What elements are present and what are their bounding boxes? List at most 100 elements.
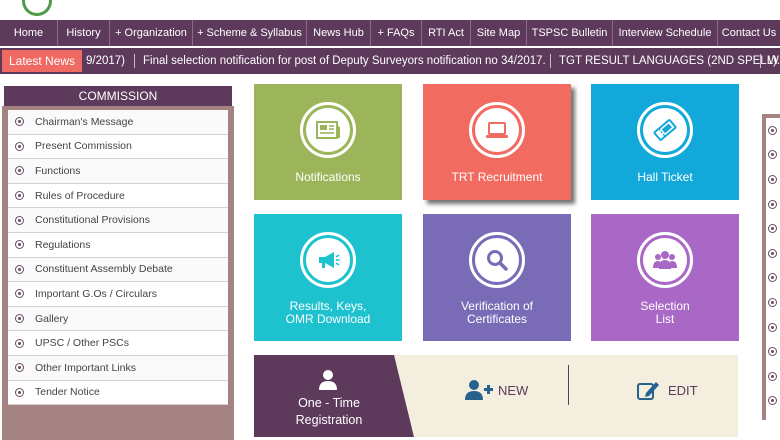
bullet-icon	[15, 240, 24, 250]
laptop-icon	[475, 108, 519, 152]
sidebar-item-gallery[interactable]: Gallery	[8, 306, 228, 332]
bullet-icon	[768, 297, 777, 307]
bullet-icon	[15, 363, 24, 373]
right-sidebar-item[interactable]	[766, 389, 780, 414]
user-icon	[319, 370, 337, 390]
latest-news-label: Latest News	[2, 50, 82, 72]
right-sidebar-item[interactable]	[766, 167, 780, 192]
tile-results-keys-omr[interactable]: Results, Keys, OMR Download	[254, 214, 402, 341]
right-sidebar-item[interactable]	[766, 315, 780, 340]
edit-registration-button[interactable]: EDIT	[636, 375, 698, 405]
nav-faqs[interactable]: + FAQs	[371, 20, 422, 46]
tile-verification-of-certificates[interactable]: Verification of Certificates	[423, 214, 571, 341]
ticker-item[interactable]: TGT RESULT LANGUAGES (2ND SPELL).	[559, 48, 780, 74]
nav-organization[interactable]: + Organization	[110, 20, 193, 46]
right-sidebar-item[interactable]	[766, 118, 780, 143]
nav-scheme-syllabus[interactable]: + Scheme & Syllabus	[193, 20, 307, 46]
registration-title-line: Registration	[295, 413, 363, 427]
sidebar-item-regulations[interactable]: Regulations	[8, 233, 228, 258]
nav-contact-us[interactable]: Contact Us	[718, 20, 780, 46]
tile-label: Notifications	[295, 170, 361, 184]
right-sidebar-item[interactable]	[766, 266, 780, 291]
bullet-icon	[768, 150, 777, 160]
sidebar-item-label: Gallery	[35, 312, 69, 325]
sidebar-item-label: Constituent Assembly Debate	[35, 263, 173, 276]
right-sidebar-item[interactable]	[766, 290, 780, 315]
users-icon	[643, 238, 687, 282]
sidebar-item-functions[interactable]: Functions	[8, 159, 228, 184]
sidebar-item-present-commission[interactable]: Present Commission	[8, 135, 228, 160]
new-registration-button[interactable]: NEW	[464, 375, 528, 405]
sidebar-item-label: Other Important Links	[35, 361, 136, 374]
nav-news-hub[interactable]: News Hub	[307, 20, 371, 46]
right-sidebar-list	[766, 118, 780, 420]
tile-icon-ring	[637, 102, 693, 158]
page: Home History + Organization + Scheme & S…	[0, 0, 780, 440]
bullet-icon	[768, 371, 777, 381]
right-sidebar-item[interactable]	[766, 364, 780, 389]
sidebar-item-upsc-other-pscs[interactable]: UPSC / Other PSCs	[8, 331, 228, 356]
nav-site-map[interactable]: Site Map	[471, 20, 527, 46]
sidebar-item-rules-of-procedure[interactable]: Rules of Procedure	[8, 184, 228, 209]
tile-icon-ring	[300, 102, 356, 158]
right-sidebar-item[interactable]	[766, 216, 780, 241]
nav-tspsc-bulletin[interactable]: TSPSC Bulletin	[527, 20, 613, 46]
bullet-icon	[768, 347, 777, 357]
bullet-icon	[15, 387, 24, 397]
bullet-icon	[15, 191, 24, 201]
nav-home[interactable]: Home	[0, 20, 58, 46]
sidebar-title: COMMISSION	[2, 84, 234, 106]
registration-divider	[568, 365, 569, 405]
nav-interview-schedule[interactable]: Interview Schedule	[613, 20, 718, 46]
bullet-icon	[768, 322, 777, 332]
bullet-icon	[768, 224, 777, 234]
sidebar-item-constitutional-provisions[interactable]: Constitutional Provisions	[8, 208, 228, 233]
bullet-icon	[768, 273, 777, 283]
tile-label: TRT Recruitment	[451, 170, 543, 184]
header-strip	[0, 0, 780, 20]
registration-title-line: One - Time	[298, 396, 360, 410]
sidebar-item-label: Important G.Os / Circulars	[35, 287, 157, 300]
new-label: NEW	[498, 382, 529, 398]
right-sidebar-item[interactable]	[766, 241, 780, 266]
ticker-separator	[760, 54, 761, 68]
registration-title: One - Time Registration	[254, 395, 404, 429]
ticker-item[interactable]: Final selection notification for post of…	[143, 48, 546, 74]
bullet-icon	[15, 338, 24, 348]
right-sidebar-item[interactable]	[766, 339, 780, 364]
tile-label: Hall Ticket	[637, 170, 693, 184]
ticker-item[interactable]: 9/2017)	[86, 48, 125, 74]
tile-notifications[interactable]: Notifications	[254, 84, 402, 200]
sidebar-item-chairmans-message[interactable]: Chairman's Message	[8, 110, 228, 135]
one-time-registration-panel: One - Time Registration NEW EDIT	[254, 355, 738, 437]
bullet-icon	[768, 248, 777, 258]
sidebar-item-other-important-links[interactable]: Other Important Links	[8, 355, 228, 381]
bullet-icon	[15, 289, 24, 299]
sidebar-item-label: Present Commission	[35, 140, 132, 153]
ticker-separator	[134, 54, 135, 68]
tile-icon-ring	[637, 232, 693, 288]
tile-trt-recruitment[interactable]: TRT Recruitment	[423, 84, 571, 200]
ticker-item[interactable]: W	[768, 48, 779, 74]
bullet-icon	[15, 314, 24, 324]
right-sidebar-item[interactable]	[766, 143, 780, 168]
sidebar-item-label: Chairman's Message	[35, 115, 134, 128]
sidebar-list: Chairman's Message Present Commission Fu…	[8, 110, 228, 406]
bullet-icon	[15, 166, 24, 176]
nav-rti-act[interactable]: RTI Act	[422, 20, 471, 46]
add-user-icon	[465, 380, 493, 400]
tile-selection-list[interactable]: Selection List	[591, 214, 739, 341]
sidebar-item-label: Functions	[35, 164, 81, 177]
right-sidebar-item[interactable]	[766, 192, 780, 217]
tile-hall-ticket[interactable]: Hall Ticket	[591, 84, 739, 200]
bullet-icon	[768, 125, 777, 135]
edit-label: EDIT	[668, 382, 698, 398]
tile-icon-ring	[469, 232, 525, 288]
bullet-icon	[15, 264, 24, 274]
nav-history[interactable]: History	[58, 20, 110, 46]
sidebar-item-label: Constitutional Provisions	[35, 214, 150, 227]
sidebar-item-tender-notice[interactable]: Tender Notice	[8, 381, 228, 406]
sidebar-item-important-gos[interactable]: Important G.Os / Circulars	[8, 282, 228, 307]
logo-emblem-icon	[22, 0, 52, 16]
sidebar-item-constituent-assembly-debate[interactable]: Constituent Assembly Debate	[8, 257, 228, 283]
